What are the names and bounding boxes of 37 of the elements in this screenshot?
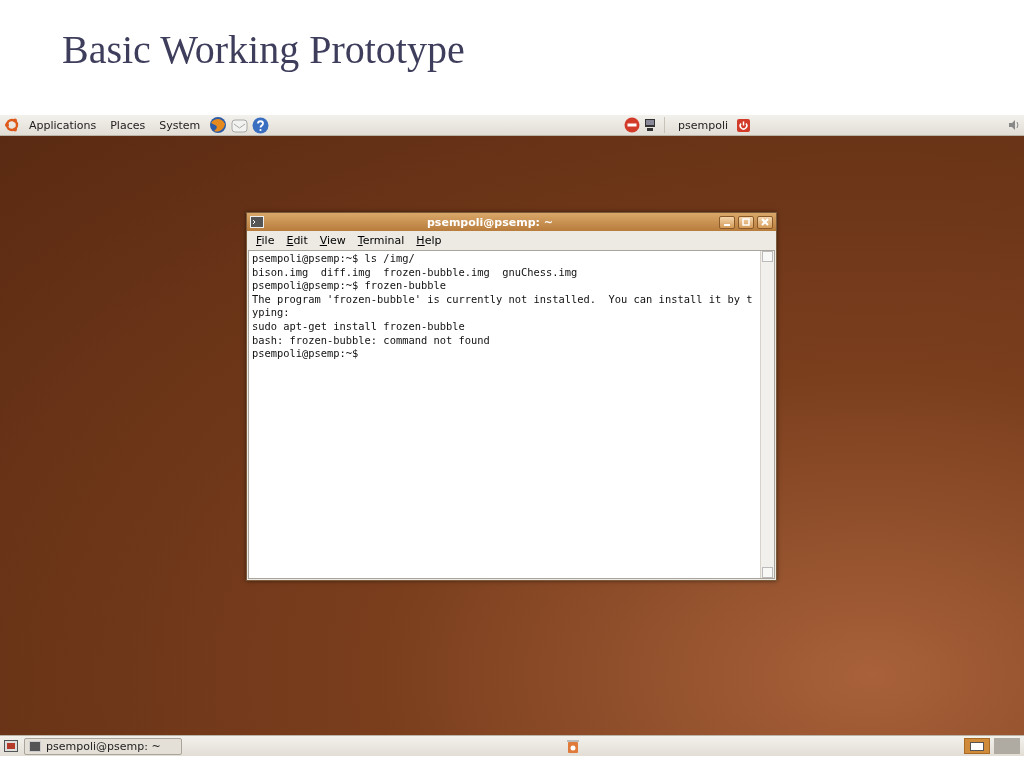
show-desktop-icon[interactable] [4, 739, 18, 753]
help-icon[interactable] [252, 116, 270, 134]
panel-menu[interactable]: Applications [24, 117, 102, 133]
stop-icon[interactable] [623, 117, 640, 133]
terminal-line: yping: [252, 306, 290, 320]
slide-title: Basic Working Prototype [62, 26, 465, 73]
menu-item[interactable]: File [251, 233, 280, 248]
terminal-line: psempoli@psemp:~$ frozen-bubble [252, 279, 446, 293]
terminal-line: The program 'frozen-bubble' is currently not installed. You can install it by t [252, 292, 753, 307]
menu-item[interactable]: Help [411, 233, 447, 248]
power-icon[interactable] [737, 118, 750, 132]
close-icon [761, 218, 769, 226]
terminal-line: sudo apt-get install frozen-bubble [252, 319, 465, 334]
taskbar-button[interactable]: psempoli@psemp: ~ [24, 737, 182, 755]
menu-item[interactable]: Edit [281, 233, 313, 248]
terminal-line: bash: frozen-bubble: command not found [252, 333, 490, 348]
maximize-icon [742, 218, 750, 226]
maximize-button[interactable] [738, 215, 754, 229]
menu-item[interactable]: View [314, 233, 351, 248]
window-icon [970, 741, 984, 751]
minimize-button[interactable] [719, 215, 735, 229]
menu-item[interactable]: Terminal [352, 233, 410, 248]
close-button[interactable] [757, 215, 773, 229]
workspace-button[interactable] [964, 738, 990, 754]
window-title: psempoli@psemp: ~ [426, 215, 554, 229]
terminal-line: bison.img diff.img frozen-bubble.img gnuChess.img [252, 265, 578, 280]
trash-icon[interactable] [566, 738, 580, 754]
terminal-icon [29, 740, 41, 752]
panel-menu[interactable]: System [154, 117, 206, 133]
panel-menu[interactable]: Places [105, 117, 151, 133]
monitor-icon[interactable] [643, 118, 656, 132]
terminal-icon [250, 216, 264, 228]
terminal-line: psempoli@psemp:~$ ls /img/ [252, 252, 415, 266]
speaker-icon[interactable] [1008, 119, 1020, 131]
user-name[interactable]: psempoli [672, 117, 733, 133]
terminal-line: psempoli@psemp:~$ [252, 347, 359, 361]
logo-icon[interactable] [4, 117, 20, 133]
